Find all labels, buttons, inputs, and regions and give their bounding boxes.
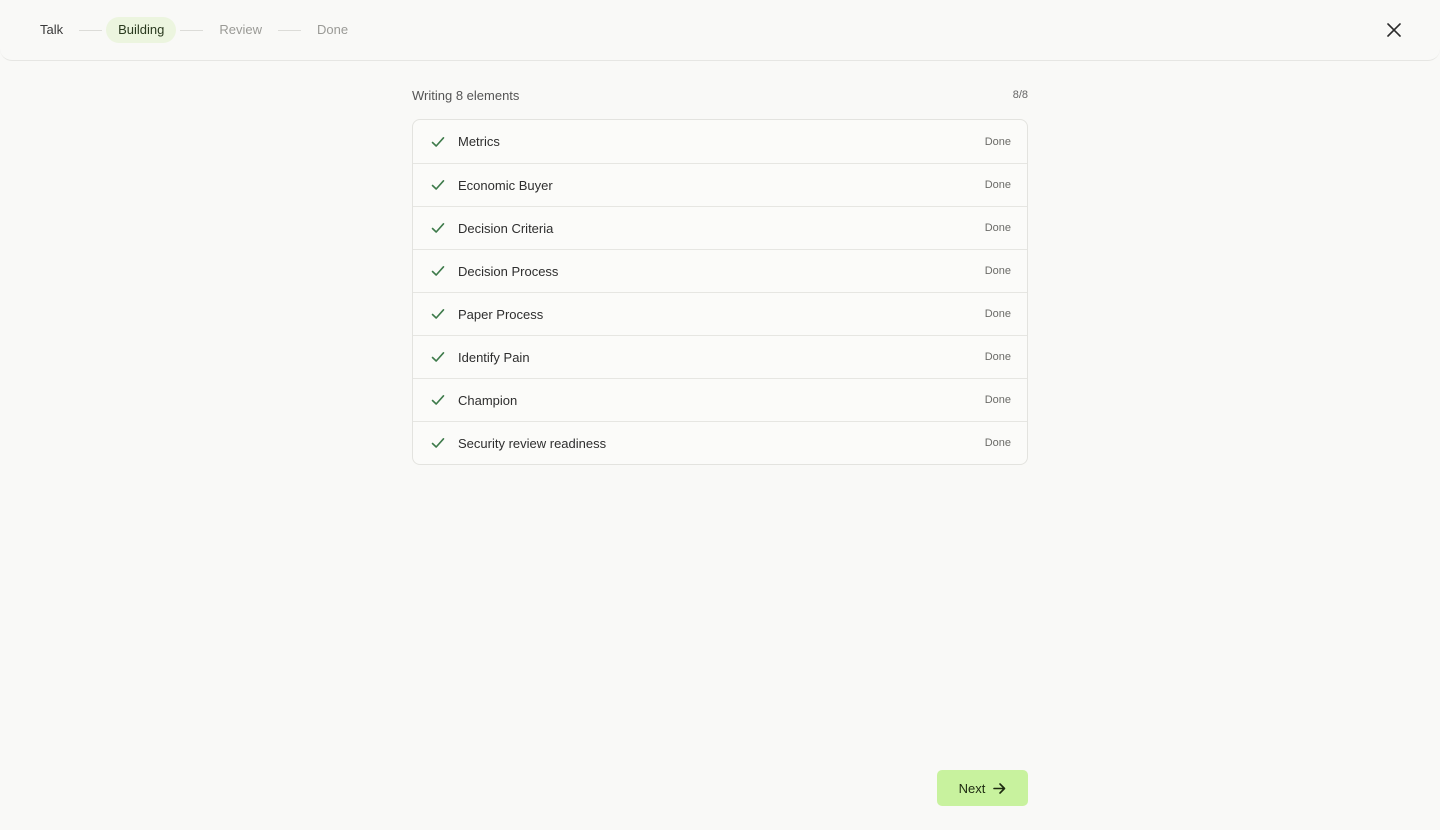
step-review: Review bbox=[219, 22, 263, 37]
next-button[interactable]: Next bbox=[937, 770, 1028, 806]
check-icon bbox=[431, 264, 445, 278]
step-talk[interactable]: Talk bbox=[28, 17, 75, 43]
element-list: Metrics Done Economic Buyer Done Decisio… bbox=[412, 119, 1028, 465]
main-panel: Writing 8 elements 8/8 Metrics Done Econ… bbox=[412, 86, 1028, 465]
list-item: Decision Process Done bbox=[413, 249, 1027, 292]
status-label: Done bbox=[984, 437, 1011, 449]
list-item: Champion Done bbox=[413, 378, 1027, 421]
list-item-label: Metrics bbox=[458, 134, 500, 149]
step-building[interactable]: Building bbox=[106, 17, 177, 43]
check-icon bbox=[431, 135, 445, 149]
list-item: Decision Criteria Done bbox=[413, 206, 1027, 249]
check-icon bbox=[431, 307, 445, 321]
progress-count: 8/8 bbox=[1012, 89, 1028, 101]
list-item-label: Decision Process bbox=[458, 263, 559, 279]
list-item: Security review readiness Done bbox=[413, 421, 1027, 464]
status-label: Done bbox=[984, 135, 1011, 148]
list-item: Paper Process Done bbox=[413, 292, 1027, 335]
status-label: Done bbox=[984, 308, 1011, 320]
status-label: Done bbox=[984, 222, 1011, 234]
check-icon bbox=[431, 393, 445, 407]
step-connector bbox=[278, 29, 302, 31]
step-connector bbox=[79, 29, 103, 31]
list-item-label: Security review readiness bbox=[458, 435, 607, 451]
top-bar: Talk Building Review Done bbox=[0, 0, 1440, 61]
check-icon bbox=[431, 178, 445, 192]
status-label: Done bbox=[984, 179, 1011, 191]
list-item: Metrics Done bbox=[413, 120, 1027, 163]
check-icon bbox=[431, 221, 445, 235]
list-item: Identify Pain Done bbox=[413, 335, 1027, 378]
main-header: Writing 8 elements 8/8 bbox=[412, 86, 1028, 104]
next-button-label: Next bbox=[958, 780, 986, 796]
status-label: Done bbox=[984, 351, 1011, 363]
list-item-label: Identify Pain bbox=[458, 349, 530, 365]
page-title: Writing 8 elements bbox=[412, 87, 520, 103]
progress-stepper: Talk Building Review Done bbox=[28, 17, 360, 43]
list-item-label: Champion bbox=[458, 392, 518, 408]
close-icon bbox=[1387, 23, 1401, 37]
close-button[interactable] bbox=[1382, 18, 1406, 42]
arrow-right-icon bbox=[993, 782, 1006, 795]
step-done: Done bbox=[317, 22, 349, 37]
list-item-label: Decision Criteria bbox=[458, 220, 554, 236]
check-icon bbox=[431, 350, 445, 364]
list-item-label: Economic Buyer bbox=[458, 177, 553, 193]
step-connector bbox=[180, 29, 204, 31]
status-label: Done bbox=[984, 394, 1011, 406]
list-item-label: Paper Process bbox=[458, 306, 544, 322]
status-label: Done bbox=[984, 265, 1011, 277]
list-item: Economic Buyer Done bbox=[413, 163, 1027, 206]
check-icon bbox=[431, 436, 445, 450]
